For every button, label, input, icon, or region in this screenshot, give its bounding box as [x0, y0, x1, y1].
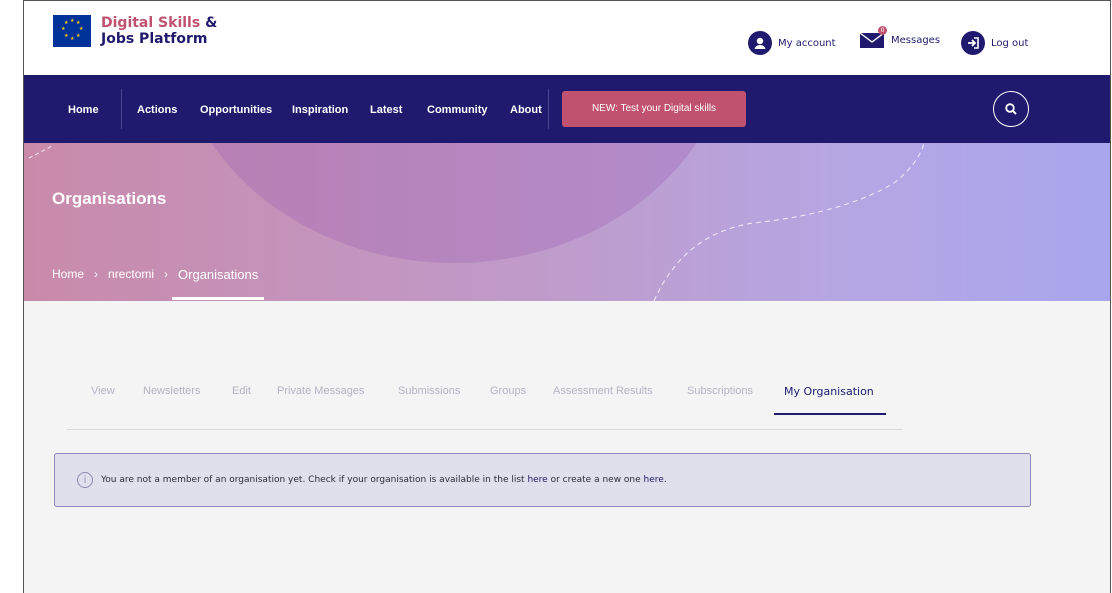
nav-divider [121, 89, 122, 129]
search-button[interactable] [993, 91, 1029, 127]
profile-tabs: View Newsletters Edit Private Messages S… [67, 385, 902, 430]
info-icon: i [77, 472, 93, 488]
site-logo[interactable]: ★ ★ ★ ★ ★ ★ ★ ★ Digital Skills & Jobs Platfo… [53, 15, 217, 47]
page-banner: Organisations Home › nrectomi › Organisa… [24, 143, 1110, 301]
breadcrumb-separator: › [94, 267, 99, 281]
browser-frame: ★ ★ ★ ★ ★ ★ ★ ★ Digital Skills & Jobs Platfo… [23, 0, 1111, 593]
breadcrumb-separator: › [164, 267, 169, 281]
nav-latest[interactable]: Latest [370, 104, 402, 116]
messages-link[interactable]: 0 Messages [859, 26, 941, 49]
logo-amp: & [205, 15, 218, 31]
nav-opportunities[interactable]: Opportunities [200, 104, 272, 116]
tab-my-organisation[interactable]: My Organisation [774, 385, 886, 415]
top-header: ★ ★ ★ ★ ★ ★ ★ ★ Digital Skills & Jobs Platfo… [24, 1, 1110, 75]
tab-private-messages[interactable]: Private Messages [277, 385, 364, 397]
messages-label: Messages [891, 34, 941, 46]
banner-dashed-line [653, 143, 925, 301]
create-organisation-link[interactable]: here [644, 475, 664, 485]
messages-badge: 0 [878, 26, 887, 35]
tab-groups[interactable]: Groups [490, 385, 526, 397]
tab-newsletters[interactable]: Newsletters [143, 385, 200, 397]
user-icon [748, 31, 772, 55]
test-digital-skills-button[interactable]: NEW: Test your Digital skills [562, 91, 746, 127]
logout-icon [961, 31, 985, 55]
nav-about[interactable]: About [510, 104, 542, 116]
logo-text: Digital Skills & Jobs Platform [101, 15, 217, 47]
main-nav: Home Actions Opportunities Inspiration L… [24, 75, 1110, 143]
info-notice: i You are not a member of an organisatio… [54, 453, 1031, 507]
organisation-list-link[interactable]: here [527, 475, 547, 485]
my-account-link[interactable]: My account [748, 31, 836, 55]
tab-submissions[interactable]: Submissions [398, 385, 460, 397]
logo-line2: Jobs Platform [101, 31, 208, 47]
notice-text-after: . [663, 475, 667, 485]
notice-text: You are not a member of an organisation … [101, 475, 667, 485]
tab-assessment-results[interactable]: Assessment Results [553, 385, 653, 397]
breadcrumb-home[interactable]: Home [52, 267, 84, 282]
banner-dashed-line-left [28, 144, 55, 159]
nav-home[interactable]: Home [68, 104, 99, 116]
envelope-icon: 0 [859, 26, 887, 49]
tab-edit[interactable]: Edit [232, 385, 251, 397]
tab-subscriptions[interactable]: Subscriptions [687, 385, 753, 397]
logout-link[interactable]: Log out [961, 31, 1028, 55]
breadcrumb: Home › nrectomi › Organisations [52, 267, 265, 300]
eu-flag-icon: ★ ★ ★ ★ ★ ★ ★ ★ [53, 15, 91, 47]
nav-inspiration[interactable]: Inspiration [292, 104, 348, 116]
page-title: Organisations [52, 189, 167, 208]
logo-line1: Digital Skills [101, 15, 201, 31]
notice-text-before: You are not a member of an organisation … [101, 475, 528, 485]
nav-community[interactable]: Community [427, 104, 488, 116]
nav-actions[interactable]: Actions [137, 104, 177, 116]
logout-label: Log out [991, 37, 1029, 49]
search-icon [1005, 103, 1017, 115]
notice-text-middle: or create a new one [547, 475, 644, 485]
breadcrumb-user[interactable]: nrectomi [108, 267, 154, 282]
my-account-label: My account [778, 37, 836, 49]
main-content: View Newsletters Edit Private Messages S… [24, 301, 1110, 593]
tab-view[interactable]: View [91, 385, 115, 397]
nav-divider [548, 89, 549, 129]
breadcrumb-current: Organisations [172, 267, 265, 300]
